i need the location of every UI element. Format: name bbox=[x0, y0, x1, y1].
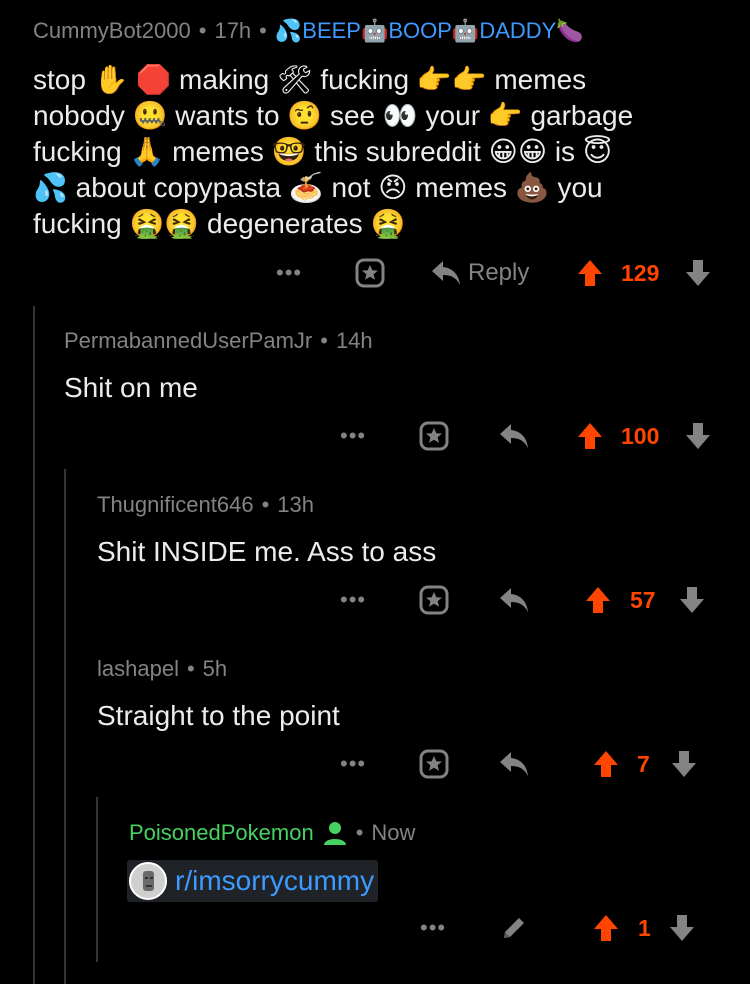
downvote-arrow-icon bbox=[670, 915, 694, 941]
comment-meta: PoisonedPokemon • Now bbox=[129, 820, 415, 846]
separator-dot: • bbox=[259, 18, 267, 43]
separator-dot: • bbox=[320, 328, 328, 353]
subreddit-link[interactable]: r/imsorrycummy bbox=[127, 860, 379, 902]
author-name[interactable]: Thugnificent646 bbox=[97, 492, 254, 518]
reply-button[interactable] bbox=[498, 586, 530, 614]
thread-line-1[interactable] bbox=[33, 306, 35, 984]
author-name[interactable]: lashapel bbox=[97, 656, 179, 682]
comment-age: 14h bbox=[335, 328, 373, 353]
comment-actions: ••• 1 bbox=[0, 908, 750, 948]
more-options-button[interactable]: ••• bbox=[340, 751, 366, 777]
comment-age: 13h bbox=[277, 492, 314, 517]
separator-dot: • bbox=[355, 820, 364, 845]
comment-body-line: nobody 🤐 wants to 🤨 see 👀 your 👉 garbage bbox=[33, 100, 634, 131]
upvote-arrow-icon bbox=[578, 260, 602, 286]
reply-arrow-icon bbox=[432, 261, 460, 285]
downvote-button[interactable] bbox=[684, 421, 712, 451]
comment-body: Shit on me bbox=[64, 372, 198, 403]
reply-arrow-icon bbox=[500, 752, 528, 776]
upvote-button[interactable] bbox=[576, 421, 604, 451]
comment-meta: PermabannedUserPamJr • 14h bbox=[64, 328, 373, 354]
downvote-button[interactable] bbox=[678, 585, 706, 615]
reply-button[interactable] bbox=[498, 422, 530, 450]
author-name[interactable]: CummyBot2000 bbox=[33, 18, 191, 44]
downvote-arrow-icon bbox=[680, 587, 704, 613]
downvote-arrow-icon bbox=[672, 751, 696, 777]
comment-body: Straight to the point bbox=[97, 700, 340, 731]
separator-dot: • bbox=[261, 492, 270, 517]
subreddit-link-text: r/imsorrycummy bbox=[175, 865, 375, 896]
comment-body-line: 💦 about copypasta 🍝 not 😠 memes 💩 you bbox=[33, 172, 603, 203]
award-button[interactable] bbox=[418, 420, 450, 452]
author-name[interactable]: PoisonedPokemon bbox=[129, 820, 314, 846]
reply-arrow-icon bbox=[500, 588, 528, 612]
comment-age: 5h bbox=[202, 656, 228, 681]
more-options-button[interactable]: ••• bbox=[420, 915, 446, 941]
upvote-arrow-icon bbox=[578, 423, 602, 449]
more-options-button[interactable]: ••• bbox=[340, 423, 366, 449]
upvote-button[interactable] bbox=[584, 585, 612, 615]
comment-meta: CummyBot2000 • 17h • 💦BEEP🤖BOOP🤖DADDY🍆 bbox=[33, 18, 584, 44]
vote-score: 100 bbox=[621, 422, 660, 449]
comment-meta: Thugnificent646 • 13h bbox=[97, 492, 314, 518]
comment-body-line: stop ✋ 🛑 making 🛠 fucking 👉👉 memes bbox=[33, 64, 587, 95]
subreddit-avatar bbox=[129, 862, 167, 900]
downvote-button[interactable] bbox=[668, 913, 696, 943]
comment-body: Shit INSIDE me. Ass to ass bbox=[97, 536, 437, 567]
comment-body: stop ✋ 🛑 making 🛠 fucking 👉👉 memes nobod… bbox=[33, 62, 723, 242]
separator-dot: • bbox=[186, 656, 195, 681]
comment-meta: lashapel • 5h bbox=[97, 656, 227, 682]
reply-label: Reply bbox=[468, 259, 530, 286]
vote-score: 57 bbox=[630, 586, 656, 613]
award-button[interactable] bbox=[418, 748, 450, 780]
comment-body-line: fucking 🤮🤮 degenerates 🤮 bbox=[33, 208, 406, 239]
award-button[interactable] bbox=[418, 584, 450, 616]
downvote-button[interactable] bbox=[670, 749, 698, 779]
moai-icon bbox=[143, 871, 154, 891]
upvote-button[interactable] bbox=[576, 258, 604, 288]
award-button[interactable] bbox=[354, 257, 386, 289]
user-flair: 💦BEEP🤖BOOP🤖DADDY🍆 bbox=[274, 18, 584, 43]
comment-age: 17h bbox=[214, 18, 252, 43]
downvote-arrow-icon bbox=[686, 260, 710, 286]
user-icon bbox=[323, 822, 346, 845]
upvote-arrow-icon bbox=[594, 751, 618, 777]
more-options-button[interactable]: ••• bbox=[276, 260, 302, 286]
vote-score: 7 bbox=[637, 750, 650, 777]
comment-body-line: fucking 🙏 memes 🤓 this subreddit 😀😀 is 😇 bbox=[33, 136, 613, 167]
upvote-button[interactable] bbox=[592, 749, 620, 779]
upvote-arrow-icon bbox=[594, 915, 618, 941]
reply-arrow-icon bbox=[500, 424, 528, 448]
downvote-button[interactable] bbox=[684, 258, 712, 288]
award-icon bbox=[355, 258, 385, 288]
comment-actions: ••• Reply 129 bbox=[0, 253, 750, 293]
thread-line-2[interactable] bbox=[64, 469, 66, 984]
award-icon bbox=[419, 585, 449, 615]
comment-age: Now bbox=[371, 820, 416, 845]
vote-score: 1 bbox=[638, 914, 651, 941]
vote-score: 129 bbox=[621, 259, 660, 286]
pencil-icon bbox=[504, 918, 524, 938]
comment-actions: ••• 57 bbox=[0, 580, 750, 620]
comment-actions: ••• 7 bbox=[0, 744, 750, 784]
edit-button[interactable] bbox=[500, 914, 528, 942]
separator-dot: • bbox=[198, 18, 207, 43]
downvote-arrow-icon bbox=[686, 423, 710, 449]
comment-actions: ••• 100 bbox=[0, 416, 750, 456]
reply-button[interactable] bbox=[498, 750, 530, 778]
reply-button[interactable]: Reply bbox=[430, 259, 529, 287]
upvote-button[interactable] bbox=[592, 913, 620, 943]
more-options-button[interactable]: ••• bbox=[340, 587, 366, 613]
upvote-arrow-icon bbox=[586, 587, 610, 613]
award-icon bbox=[419, 421, 449, 451]
award-icon bbox=[419, 749, 449, 779]
author-name[interactable]: PermabannedUserPamJr bbox=[64, 328, 312, 354]
